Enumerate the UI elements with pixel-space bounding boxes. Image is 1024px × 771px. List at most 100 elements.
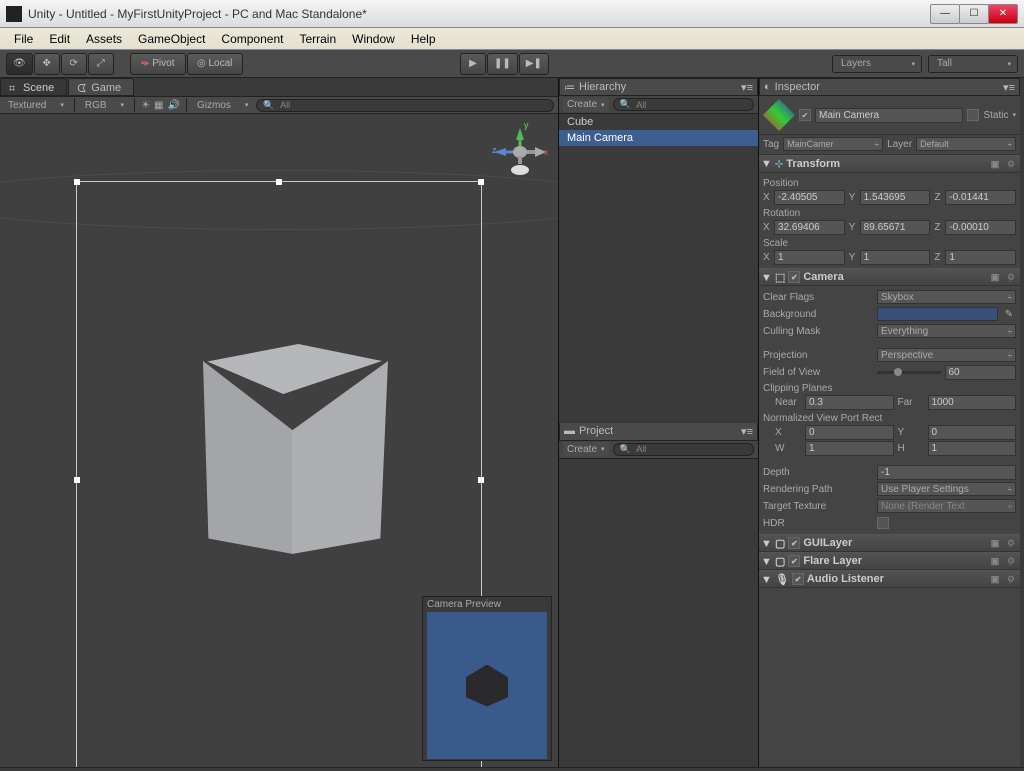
scene-light-toggle[interactable]: ☀ [141,100,150,111]
layout-dropdown[interactable]: Tall▾ [928,55,1018,73]
projection-dropdown[interactable]: Perspective [877,348,1016,362]
pause-button[interactable]: ❚❚ [487,53,518,75]
flarelayer-enabled-checkbox[interactable]: ✔ [788,555,800,567]
scene-audio-toggle[interactable]: 🔊 [167,100,179,111]
maximize-button[interactable]: ☐ [959,4,989,24]
tag-label: Tag [763,139,779,150]
svg-text:z: z [492,145,497,155]
gear-icon[interactable]: ⚙ִ [1004,158,1018,170]
active-checkbox[interactable]: ✔ [799,109,811,121]
static-label: Static [983,110,1008,121]
hierarchy-tab[interactable]: ≔ Hierarchy▾≡ [559,78,758,96]
rendering-path-dropdown[interactable]: Use Player Settings [877,482,1016,496]
rotation-x-input[interactable]: 32.69406 [774,220,845,235]
scene-search[interactable]: 🔍 All [256,99,554,112]
audiolistener-enabled-checkbox[interactable]: ✔ [792,573,804,585]
hierarchy-item-cube[interactable]: Cube [559,114,758,130]
target-texture-field[interactable]: None (Render Text [877,499,1016,513]
background-color-input[interactable] [877,307,998,321]
fov-slider[interactable] [877,371,941,374]
scale-z-input[interactable]: 1 [945,250,1016,265]
gear-icon[interactable]: ⚙ִ [1004,555,1018,567]
hierarchy-item-main-camera[interactable]: Main Camera [559,130,758,146]
help-icon[interactable]: ▣ [988,573,1002,585]
help-icon[interactable]: ▣ [988,271,1002,283]
layers-dropdown[interactable]: Layers▾ [832,55,922,73]
rect-y-input[interactable]: 0 [928,425,1017,440]
menu-edit[interactable]: Edit [41,30,78,48]
gear-icon[interactable]: ⚙ִ [1004,573,1018,585]
step-button[interactable]: ▶❚ [519,53,549,75]
scene-view[interactable]: y z x Camera Preview [0,114,558,767]
project-create-dropdown[interactable]: Create [563,442,609,456]
flarelayer-component-header[interactable]: ▼ ▢ ✔ Flare Layer▣⚙ִ [759,552,1020,570]
menu-terrain[interactable]: Terrain [291,30,344,48]
gear-icon[interactable]: ⚙ִ [1004,271,1018,283]
local-toggle[interactable]: ◎ Local [187,53,243,75]
near-input[interactable]: 0.3 [805,395,894,410]
pivot-toggle[interactable]: ▪▸ Pivot [130,53,186,75]
transform-component-header[interactable]: ▼ ⊹ Transform▣⚙ִ [759,155,1020,173]
tab-game[interactable]: ᗧGame [68,78,134,96]
rotation-label: Rotation [763,208,1016,219]
guilayer-enabled-checkbox[interactable]: ✔ [788,537,800,549]
fov-input[interactable]: 60 [945,365,1017,380]
clear-flags-dropdown[interactable]: Skybox [877,290,1016,304]
color-mode-dropdown[interactable]: RGB [81,98,128,112]
scale-x-input[interactable]: 1 [774,250,845,265]
eyedropper-icon[interactable]: ✎ [1002,307,1016,321]
camera-component-header[interactable]: ▼ ⬚ ✔ Camera▣⚙ִ [759,268,1020,286]
play-button[interactable]: ▶ [460,53,486,75]
scene-fx-toggle[interactable]: ▦ [154,100,163,111]
window-title: Unity - Untitled - MyFirstUnityProject -… [28,7,931,21]
rect-w-input[interactable]: 1 [805,441,894,456]
static-checkbox[interactable] [967,109,979,121]
object-name-input[interactable]: Main Camera [815,108,963,123]
menu-file[interactable]: File [6,30,41,48]
menu-window[interactable]: Window [344,30,403,48]
hdr-checkbox[interactable] [877,517,889,529]
position-y-input[interactable]: 1.543695 [860,190,931,205]
camera-enabled-checkbox[interactable]: ✔ [788,271,800,283]
scale-tool-button[interactable]: ⤢ [88,53,114,75]
far-input[interactable]: 1000 [928,395,1017,410]
menu-assets[interactable]: Assets [78,30,130,48]
gizmos-dropdown[interactable]: Gizmos [193,98,252,112]
culling-mask-dropdown[interactable]: Everything [877,324,1016,338]
rect-x-input[interactable]: 0 [805,425,894,440]
inspector-tab[interactable]: ◐ Inspector▾≡ [759,78,1020,96]
move-tool-button[interactable]: ✥ [34,53,60,75]
rotate-tool-button[interactable]: ⟳ [61,53,87,75]
minimize-button[interactable]: — [930,4,960,24]
gear-icon[interactable]: ⚙ִ [1004,537,1018,549]
axis-gizmo[interactable]: y z x [490,122,550,182]
tag-dropdown[interactable]: MainCamer [783,137,883,151]
scene-cube[interactable] [192,344,382,554]
help-icon[interactable]: ▣ [988,158,1002,170]
rotation-z-input[interactable]: -0.00010 [945,220,1016,235]
hierarchy-create-dropdown[interactable]: Create [563,98,609,112]
hand-tool-button[interactable]: 👁 [6,53,33,75]
menu-gameobject[interactable]: GameObject [130,30,213,48]
menu-help[interactable]: Help [403,30,444,48]
project-tab[interactable]: ▬ Project▾≡ [559,423,758,441]
help-icon[interactable]: ▣ [988,537,1002,549]
rect-h-input[interactable]: 1 [928,441,1017,456]
tab-scene[interactable]: ⌗Scene [0,78,67,96]
hierarchy-search[interactable]: 🔍 All [613,98,754,111]
guilayer-component-header[interactable]: ▼ ▢ ✔ GUILayer▣⚙ִ [759,534,1020,552]
rotation-y-input[interactable]: 89.65671 [860,220,931,235]
audiolistener-component-header[interactable]: ▼ 🎙 ✔ Audio Listener▣⚙ִ [759,570,1020,588]
scene-toolbar: Textured RGB ☀ ▦ 🔊 Gizmos 🔍 All [0,96,558,114]
position-z-input[interactable]: -0.01441 [945,190,1016,205]
menu-component[interactable]: Component [213,30,291,48]
close-button[interactable]: ✕ [988,4,1018,24]
scale-y-input[interactable]: 1 [860,250,931,265]
position-x-input[interactable]: -2.40505 [774,190,845,205]
render-mode-dropdown[interactable]: Textured [4,98,68,112]
project-list[interactable] [559,459,758,768]
depth-input[interactable]: -1 [877,465,1016,480]
layer-dropdown[interactable]: Default [916,137,1016,151]
project-search[interactable]: 🔍 All [613,443,754,456]
help-icon[interactable]: ▣ [988,555,1002,567]
